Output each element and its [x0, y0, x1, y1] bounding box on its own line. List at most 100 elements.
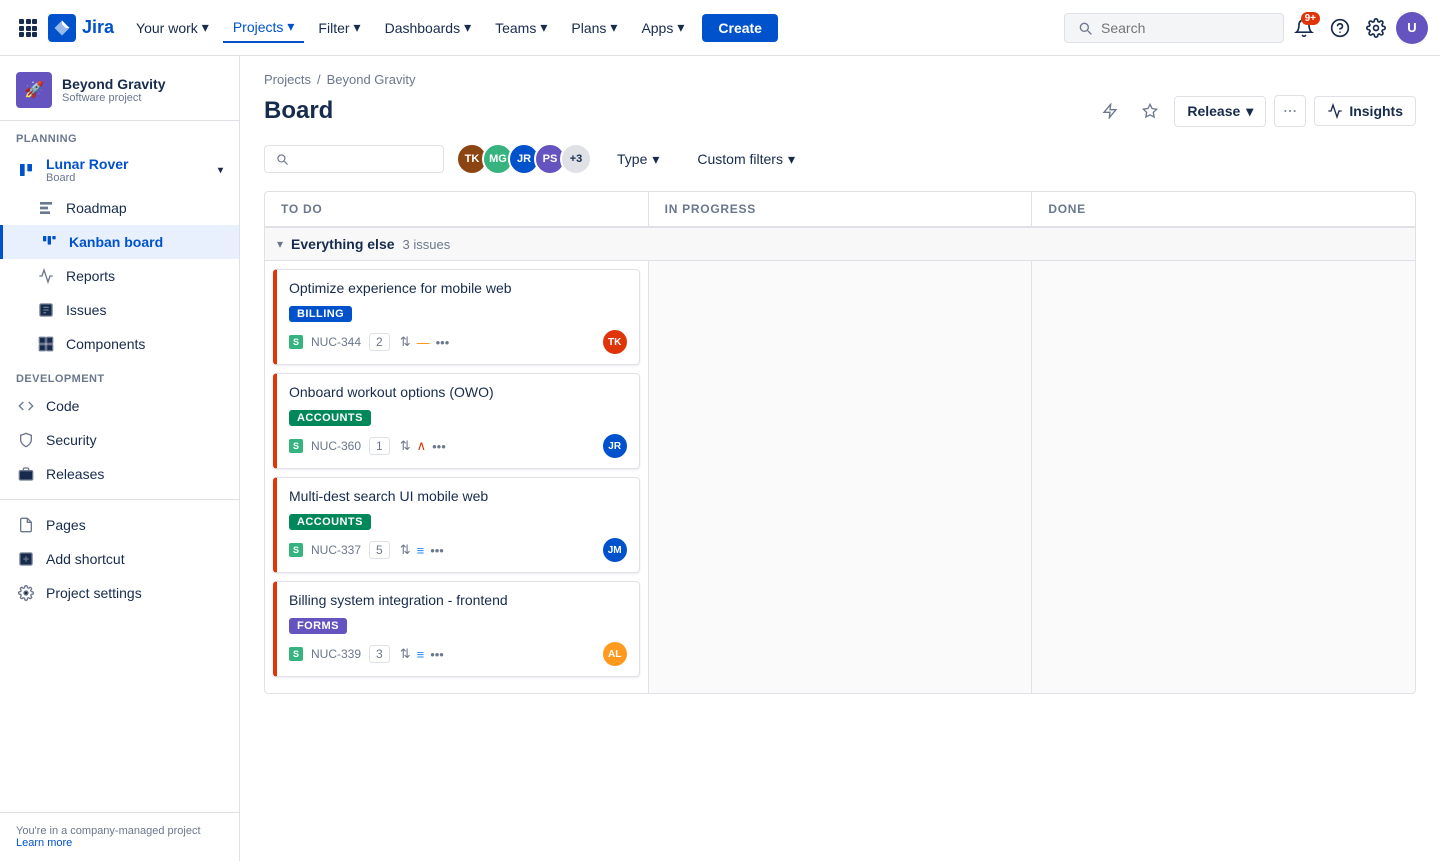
chevron-down-icon: ▾	[287, 18, 294, 35]
issue-type-icon: S	[289, 543, 303, 557]
development-section-label: Development	[0, 361, 239, 389]
insights-button[interactable]: Insights	[1314, 96, 1416, 126]
learn-more-link[interactable]: Learn more	[16, 837, 72, 849]
column-header-todo: TO DO	[265, 192, 649, 226]
assignee-avatar[interactable]: JR	[603, 434, 627, 458]
branch-icon[interactable]: ⇅	[400, 542, 411, 558]
nav-filter[interactable]: Filter ▾	[308, 13, 370, 42]
more-card-icon[interactable]: •••	[430, 647, 444, 662]
sidebar-item-releases[interactable]: Releases	[0, 457, 239, 491]
sidebar-item-security[interactable]: Security	[0, 423, 239, 457]
chevron-down-icon: ▾	[610, 19, 617, 36]
chevron-down-icon: ▾	[1246, 103, 1253, 120]
branch-icon[interactable]: ⇅	[400, 646, 411, 662]
settings-button[interactable]	[1360, 12, 1392, 44]
more-card-icon[interactable]: •••	[436, 335, 450, 350]
jira-logo-text: Jira	[82, 17, 114, 38]
kanban-icon	[16, 160, 36, 180]
sidebar-item-lunar-rover[interactable]: Lunar Rover Board ▾	[0, 149, 239, 191]
main-content: Projects / Beyond Gravity Board Release …	[240, 56, 1440, 861]
sidebar: 🚀 Beyond Gravity Software project Planni…	[0, 56, 240, 861]
nav-dashboards[interactable]: Dashboards ▾	[375, 13, 482, 42]
story-points: 1	[369, 437, 390, 455]
column-headers: TO DO IN PROGRESS DONE	[265, 192, 1415, 228]
assignee-avatar[interactable]: JM	[603, 538, 627, 562]
more-options-button[interactable]	[1274, 95, 1306, 127]
issue-key: NUC-360	[311, 439, 361, 453]
board-title: Board	[264, 97, 1094, 125]
sidebar-item-components[interactable]: Components	[0, 327, 239, 361]
branch-icon[interactable]: ⇅	[400, 334, 411, 350]
sidebar-item-add-shortcut[interactable]: Add shortcut	[0, 542, 239, 576]
more-icon	[1282, 103, 1298, 119]
sidebar-item-kanban-board[interactable]: Kanban board	[0, 225, 239, 259]
star-button[interactable]	[1134, 95, 1166, 127]
jira-logo[interactable]: Jira	[48, 14, 114, 42]
board-header: Board Release ▾ Insights	[264, 95, 1416, 127]
lightning-button[interactable]	[1094, 95, 1126, 127]
nav-plans[interactable]: Plans ▾	[561, 13, 627, 42]
grid-menu-button[interactable]	[12, 12, 44, 44]
search-input[interactable]	[1101, 20, 1261, 36]
search-bar[interactable]	[1064, 13, 1284, 43]
create-button[interactable]: Create	[702, 14, 778, 42]
card-nuc-360[interactable]: Onboard workout options (OWO) ACCOUNTS S…	[273, 373, 640, 469]
card-nuc-339[interactable]: Billing system integration - frontend FO…	[273, 581, 640, 677]
swimlane-header[interactable]: ▾ Everything else 3 issues	[265, 228, 1415, 261]
nav-your-work[interactable]: Your work ▾	[126, 13, 219, 42]
release-button[interactable]: Release ▾	[1174, 96, 1266, 127]
code-icon	[16, 396, 36, 416]
issues-icon	[36, 300, 56, 320]
card-label: ACCOUNTS	[289, 410, 371, 426]
card-title: Onboard workout options (OWO)	[289, 384, 627, 400]
planning-section-label: Planning	[0, 121, 239, 149]
help-button[interactable]	[1324, 12, 1356, 44]
board-search[interactable]	[264, 145, 444, 173]
assignee-avatar[interactable]: TK	[603, 330, 627, 354]
card-meta: S NUC-339 3 ⇅ ≡ ••• AL	[289, 642, 627, 666]
type-filter-button[interactable]: Type ▾	[604, 144, 672, 175]
card-nuc-337[interactable]: Multi-dest search UI mobile web ACCOUNTS…	[273, 477, 640, 573]
breadcrumb: Projects / Beyond Gravity	[264, 72, 1416, 87]
security-icon	[16, 430, 36, 450]
card-meta-icons: ⇅ ≡ •••	[400, 542, 444, 558]
project-type: Software project	[62, 92, 165, 104]
chevron-down-icon: ▾	[677, 19, 684, 36]
breadcrumb-beyond-gravity[interactable]: Beyond Gravity	[327, 72, 416, 87]
sidebar-item-project-settings[interactable]: Project settings	[0, 576, 239, 610]
board-search-input[interactable]	[295, 151, 425, 167]
sidebar-project-header[interactable]: 🚀 Beyond Gravity Software project	[0, 56, 239, 121]
more-card-icon[interactable]: •••	[430, 543, 444, 558]
card-meta: S NUC-360 1 ⇅ ∧ ••• JR	[289, 434, 627, 458]
add-shortcut-icon	[16, 549, 36, 569]
priority-icon: ≡	[417, 543, 425, 558]
roadmap-icon	[36, 198, 56, 218]
kanban-board-icon	[39, 232, 59, 252]
story-points: 3	[369, 645, 390, 663]
lunar-rover-label: Lunar Rover	[46, 156, 128, 172]
sidebar-item-roadmap[interactable]: Roadmap	[0, 191, 239, 225]
sidebar-item-pages[interactable]: Pages	[0, 508, 239, 542]
nav-projects[interactable]: Projects ▾	[223, 12, 305, 43]
insights-label: Insights	[1349, 103, 1403, 119]
security-label: Security	[46, 432, 97, 448]
sidebar-item-reports[interactable]: Reports	[0, 259, 239, 293]
filter-bar: TK MG JR PS +3 Type ▾ Custom filters ▾	[264, 143, 1416, 175]
more-card-icon[interactable]: •••	[432, 439, 446, 454]
lightning-icon	[1102, 103, 1118, 119]
branch-icon[interactable]: ⇅	[400, 438, 411, 454]
custom-filters-button[interactable]: Custom filters ▾	[684, 144, 808, 175]
notifications-button[interactable]: 9+	[1288, 12, 1320, 44]
sidebar-item-issues[interactable]: Issues	[0, 293, 239, 327]
card-meta: S NUC-337 5 ⇅ ≡ ••• JM	[289, 538, 627, 562]
breadcrumb-projects[interactable]: Projects	[264, 72, 311, 87]
nav-teams[interactable]: Teams ▾	[485, 13, 557, 42]
inprogress-column	[649, 261, 1033, 693]
user-avatar[interactable]: U	[1396, 12, 1428, 44]
nav-apps[interactable]: Apps ▾	[631, 13, 694, 42]
card-nuc-344[interactable]: Optimize experience for mobile web BILLI…	[273, 269, 640, 365]
chevron-down-icon: ▾	[202, 19, 209, 36]
assignee-avatar[interactable]: AL	[603, 642, 627, 666]
sidebar-item-code[interactable]: Code	[0, 389, 239, 423]
avatar-count[interactable]: +3	[560, 143, 592, 175]
